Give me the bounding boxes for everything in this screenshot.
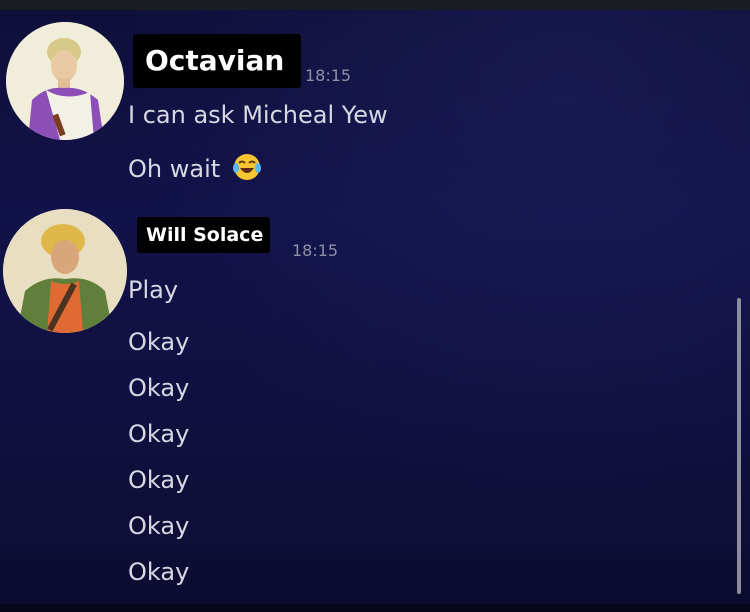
message-text: Okay	[128, 466, 190, 494]
message-text: Okay	[128, 374, 190, 402]
message-timestamp: 18:15	[292, 241, 339, 260]
will-solace-avatar-icon	[3, 209, 127, 333]
top-bar	[0, 0, 750, 10]
octavian-avatar-icon	[6, 22, 124, 140]
laughing-tears-emoji-icon	[232, 152, 262, 188]
message-text: I can ask Micheal Yew	[128, 101, 388, 129]
author-name-tag: Will Solace	[137, 217, 270, 253]
bottom-bar	[0, 604, 750, 612]
octavian-avatar[interactable]	[6, 22, 124, 140]
author-name-tag: Octavian	[133, 34, 301, 88]
message-text: Okay	[128, 558, 190, 586]
message-text: Play	[128, 276, 179, 304]
message-text: Okay	[128, 420, 190, 448]
chat-window: Octavian 18:15 I can ask Micheal Yew Oh …	[0, 0, 750, 612]
message-text: Okay	[128, 328, 190, 356]
message-text: Okay	[128, 512, 190, 540]
message-timestamp: 18:15	[305, 66, 352, 85]
scrollbar[interactable]	[737, 298, 741, 594]
author-name[interactable]: Octavian	[145, 45, 284, 77]
message-text-with-emoji: Oh wait	[128, 152, 262, 188]
message-text: Oh wait	[128, 155, 221, 183]
will-solace-avatar[interactable]	[3, 209, 127, 333]
author-name[interactable]: Will Solace	[146, 224, 263, 246]
